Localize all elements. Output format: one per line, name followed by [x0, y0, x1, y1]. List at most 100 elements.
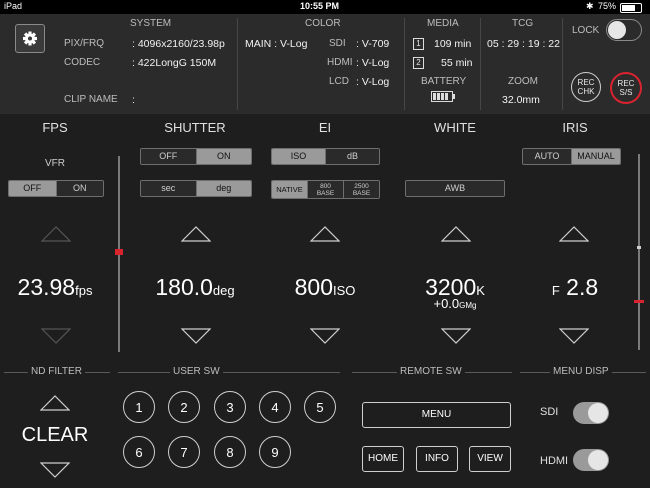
tcg-title: TCG	[512, 18, 534, 29]
user-sw-6-button[interactable]: 6	[123, 436, 155, 468]
shutter-up-arrow[interactable]	[181, 226, 211, 242]
ei-value-display: 800ISO	[270, 274, 380, 301]
remote-menu-button[interactable]: MENU	[362, 402, 511, 428]
ei-unit: ISO	[332, 283, 356, 298]
user-sw-2-button[interactable]: 2	[168, 391, 200, 423]
color-lcd-value: : V-Log	[356, 76, 390, 88]
shutter-sec-option[interactable]: sec	[141, 181, 197, 196]
user-sw-1-button[interactable]: 1	[123, 391, 155, 423]
color-main: MAIN : V-Log	[245, 38, 308, 50]
bluetooth-icon: ✱	[586, 1, 594, 11]
user-sw-3-button[interactable]: 3	[214, 391, 246, 423]
iris-slider-track[interactable]	[638, 154, 640, 350]
ei-value: 800	[294, 274, 333, 300]
ei-base-toggle[interactable]: NATIVE 800 BASE 2500 BASE	[271, 180, 380, 199]
ei-2500-text: 2500	[354, 182, 369, 190]
system-title: SYSTEM	[130, 18, 172, 29]
shutter-unit: deg	[212, 283, 235, 298]
ei-down-arrow[interactable]	[310, 328, 340, 344]
iris-manual-option[interactable]: MANUAL	[572, 149, 620, 164]
lock-toggle[interactable]	[606, 19, 642, 41]
status-panel: SYSTEM PIX/FRQ : 4096x2160/23.98p CODEC …	[0, 14, 650, 115]
shutter-onoff-toggle[interactable]: OFF ON	[140, 148, 252, 165]
rec-check-line1: REC	[577, 78, 595, 87]
shutter-mode-toggle[interactable]: sec deg	[140, 180, 252, 197]
user-sw-8-button[interactable]: 8	[214, 436, 246, 468]
fps-unit: fps	[75, 283, 93, 298]
ei-2500-base-text: BASE	[352, 189, 371, 197]
user-sw-4-button[interactable]: 4	[259, 391, 291, 423]
iris-up-arrow[interactable]	[559, 226, 589, 242]
rec-check-button[interactable]: REC CHK	[571, 72, 601, 102]
iris-slider-handle[interactable]	[634, 300, 644, 303]
ei-800base-option[interactable]: 800 BASE	[308, 181, 344, 198]
white-down-arrow[interactable]	[441, 328, 471, 344]
vfr-off-option[interactable]: OFF	[9, 181, 57, 196]
codec-value: : 422LongG 150M	[132, 57, 217, 69]
gmg-unit: GMg	[459, 301, 477, 310]
ei-native-option[interactable]: NATIVE	[272, 181, 308, 198]
user-sw-7-button[interactable]: 7	[168, 436, 200, 468]
rec-start-stop-button[interactable]: REC S/S	[610, 72, 642, 104]
slot1-icon: 1	[413, 38, 424, 50]
iris-auto-option[interactable]: AUTO	[523, 149, 572, 164]
color-title: COLOR	[305, 18, 341, 29]
ei-title: EI	[318, 120, 332, 135]
ei-db-option[interactable]: dB	[326, 149, 379, 164]
vfr-toggle[interactable]: OFF ON	[8, 180, 104, 197]
nd-filter-value: CLEAR	[21, 424, 89, 446]
iris-down-arrow[interactable]	[559, 328, 589, 344]
clip-name-label: CLIP NAME	[64, 94, 118, 105]
vfr-on-option[interactable]: ON	[56, 181, 103, 196]
ios-status-bar: iPad 10:55 PM ✱ 75%	[0, 0, 650, 14]
vfr-label: VFR	[45, 158, 65, 169]
shutter-on-option[interactable]: ON	[196, 149, 251, 164]
settings-button[interactable]	[15, 24, 45, 53]
iris-value-display: F 2.8	[520, 274, 630, 301]
hdmi-label: HDMI	[540, 455, 569, 467]
remote-home-button[interactable]: HOME	[362, 446, 404, 472]
shutter-down-arrow[interactable]	[181, 328, 211, 344]
remote-info-button[interactable]: INFO	[416, 446, 458, 472]
user-sw-9-button[interactable]: 9	[259, 436, 291, 468]
white-up-arrow[interactable]	[441, 226, 471, 242]
battery-percent: 75%	[598, 1, 617, 11]
shutter-off-option[interactable]: OFF	[141, 149, 197, 164]
gmg-display: +0.0GMg	[400, 296, 510, 311]
lock-label: LOCK	[572, 25, 600, 36]
camera-battery-icon	[431, 91, 455, 102]
shutter-deg-option[interactable]: deg	[196, 181, 251, 196]
color-sdi-label: SDI	[329, 38, 346, 49]
control-area: FPS VFR OFF ON 23.98fps SHUTTER OFF ON s…	[0, 114, 650, 488]
slot2-remaining: 55 min	[441, 57, 473, 69]
clock: 10:55 PM	[300, 1, 340, 11]
ei-iso-option[interactable]: ISO	[272, 149, 326, 164]
fps-up-arrow[interactable]	[41, 226, 71, 242]
fps-slider-handle[interactable]	[115, 249, 123, 255]
nd-filter-title: ND FILTER	[28, 366, 85, 377]
codec-label: CODEC	[64, 57, 101, 68]
shutter-value: 180.0	[155, 274, 213, 300]
pixfrq-label: PIX/FRQ	[64, 38, 105, 49]
user-sw-title: USER SW	[170, 366, 223, 377]
clip-name-value: :	[132, 94, 135, 106]
nd-down-arrow[interactable]	[40, 462, 70, 478]
fps-down-arrow[interactable]	[41, 328, 71, 344]
user-sw-5-button[interactable]: 5	[304, 391, 336, 423]
awb-label: AWB	[406, 181, 504, 196]
hdmi-toggle[interactable]	[573, 449, 609, 471]
iris-prefix: F	[551, 283, 560, 298]
iris-mode-toggle[interactable]: AUTO MANUAL	[522, 148, 621, 165]
ei-up-arrow[interactable]	[310, 226, 340, 242]
iris-title: IRIS	[562, 120, 588, 135]
rec-ss-line2: S/S	[619, 88, 633, 97]
sdi-toggle[interactable]	[573, 402, 609, 424]
nd-up-arrow[interactable]	[40, 395, 70, 411]
color-hdmi-value: : V-Log	[356, 57, 390, 69]
ei-2500base-option[interactable]: 2500 BASE	[344, 181, 379, 198]
remote-view-button[interactable]: VIEW	[469, 446, 511, 472]
white-title: WHITE	[434, 120, 476, 135]
awb-button[interactable]: AWB	[405, 180, 505, 197]
ei-mode-toggle[interactable]: ISO dB	[271, 148, 380, 165]
fps-value: 23.98	[17, 274, 76, 300]
